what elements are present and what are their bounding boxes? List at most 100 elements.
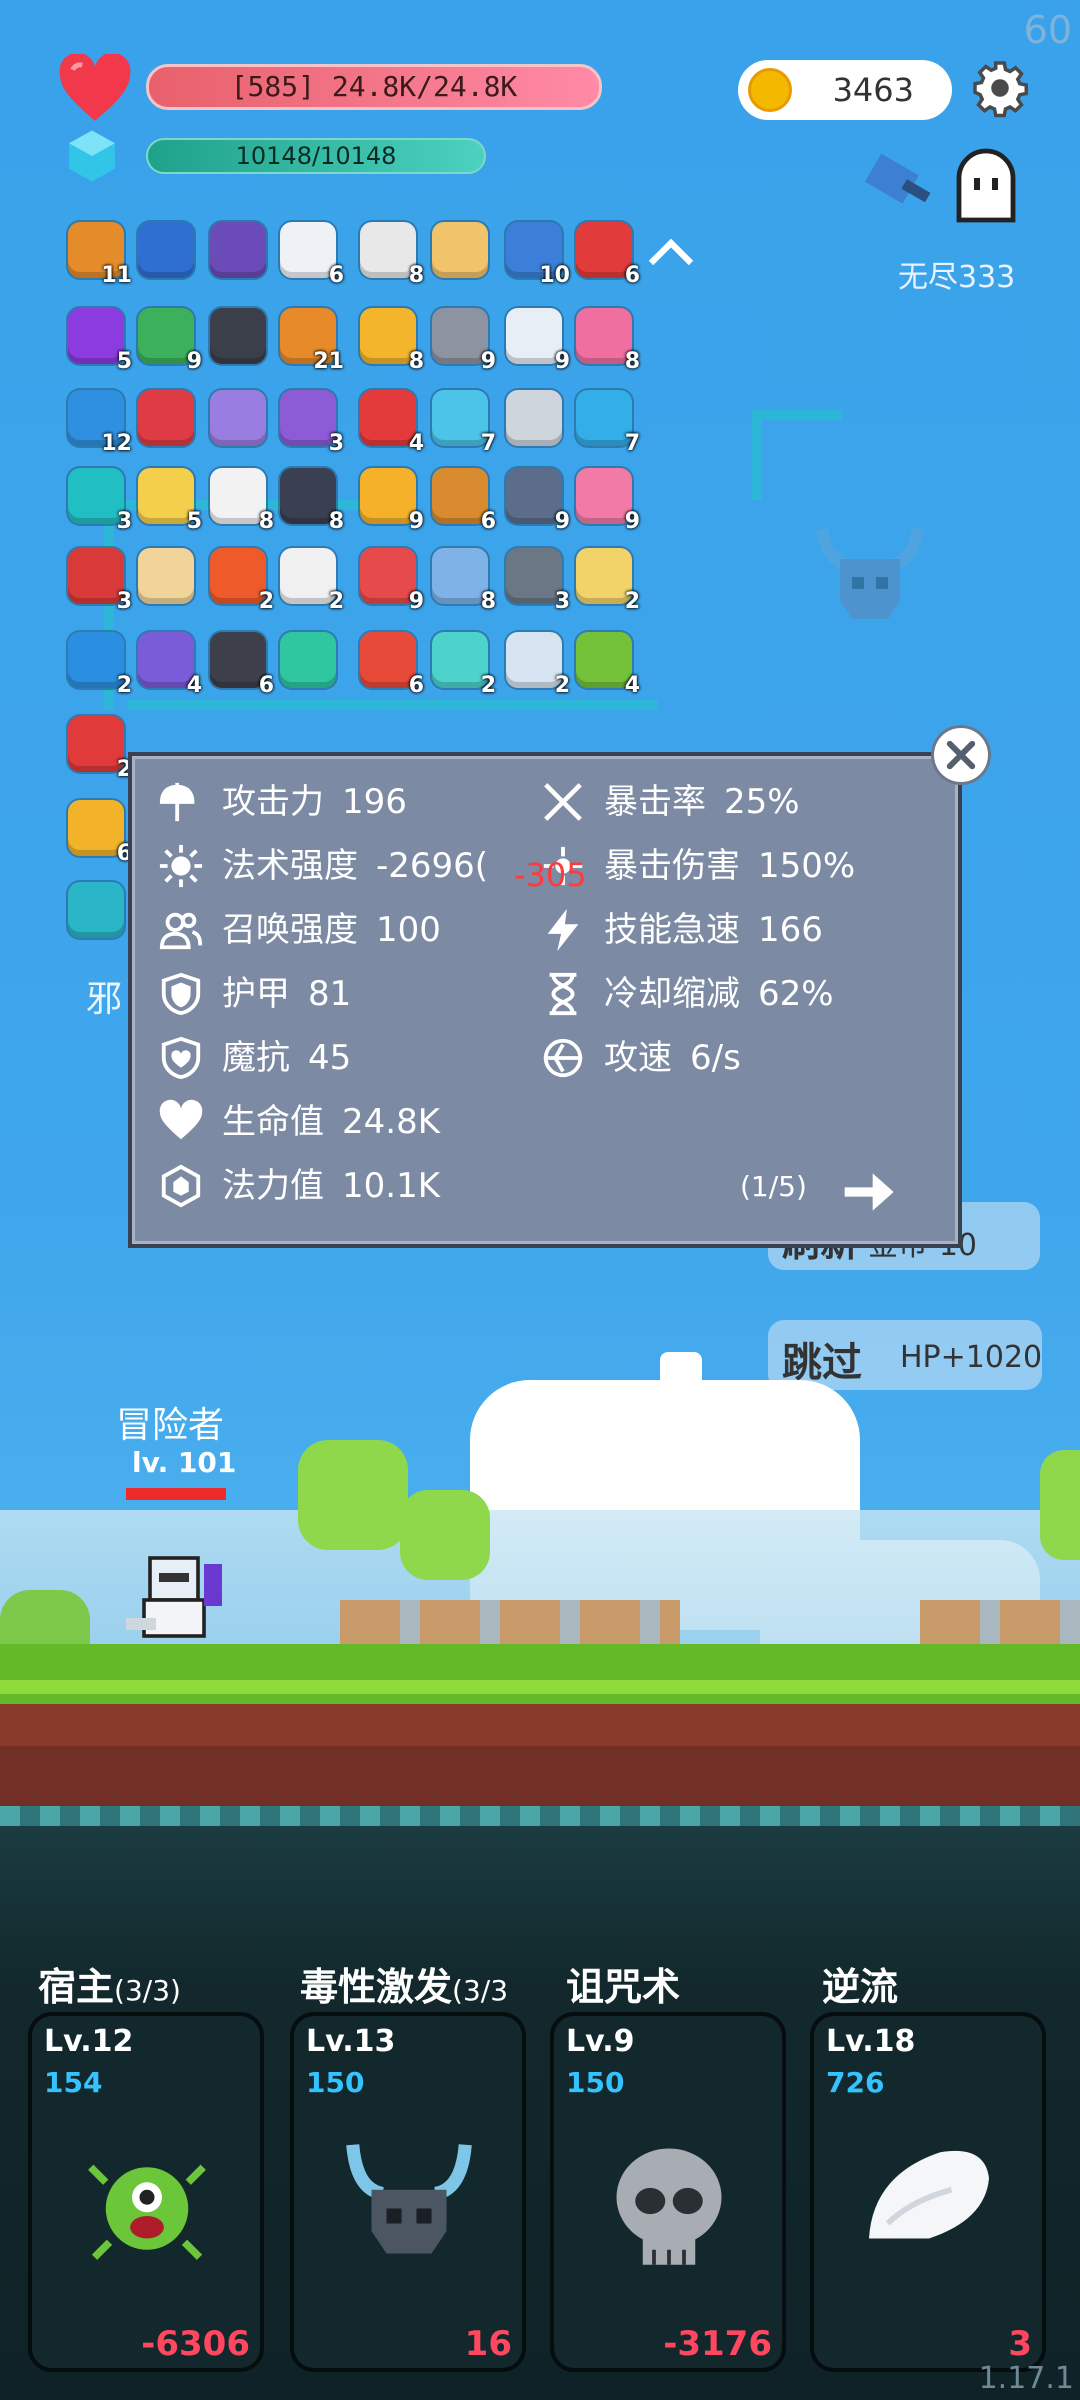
skill-title: 毒性激发 (300, 1965, 453, 2009)
viking-helmet-icon (346, 2144, 472, 2254)
stat-row: 召唤强度 100 (158, 898, 488, 962)
item-count: 2 (258, 589, 274, 614)
mana-gem-icon (69, 130, 115, 182)
fire-ring-icon[interactable]: 2 (210, 548, 274, 614)
skill-card[interactable]: Lv.12 154 -6306 (28, 2012, 264, 2372)
sun-icon[interactable]: 9 (360, 468, 424, 534)
map-pin-icon[interactable]: 6 (360, 632, 424, 698)
spiked-ball-icon[interactable]: 9 (432, 308, 496, 374)
dark-book-icon[interactable]: 8 (280, 468, 344, 534)
book-icon[interactable]: 11 (68, 222, 132, 288)
gem-icon[interactable]: 2 (68, 632, 132, 698)
red-shield-icon[interactable] (138, 390, 194, 446)
ghost-icon[interactable] (950, 148, 1022, 226)
horn-icon[interactable] (210, 390, 266, 446)
thermometer-icon[interactable]: 9 (360, 548, 424, 614)
target-square-icon[interactable]: 3 (68, 468, 132, 534)
skill-name: 逆流 (822, 1956, 898, 2011)
collapse-chevron-icon[interactable] (646, 238, 696, 268)
spray-bottle-icon[interactable]: 8 (576, 308, 640, 374)
heat-waves-icon[interactable]: 4 (360, 390, 424, 456)
gear-icon[interactable] (970, 58, 1030, 118)
potion-icon[interactable]: 7 (432, 390, 496, 456)
hood-icon[interactable] (210, 308, 266, 364)
close-button[interactable] (934, 728, 988, 782)
stat-row: 攻速 6/s (540, 1026, 855, 1090)
item-count: 4 (624, 673, 640, 698)
small-shield-icon[interactable]: 3 (68, 548, 132, 614)
skill-name: 诅咒术 (566, 1956, 680, 2011)
lime-icon[interactable]: 4 (576, 632, 640, 698)
grass (0, 1644, 1080, 1704)
player-hp-bar (126, 1488, 226, 1500)
briefcase-icon[interactable]: 21 (280, 308, 344, 374)
pineapple-icon[interactable]: 6 (68, 800, 132, 866)
sock-icon[interactable]: 6 (576, 222, 640, 288)
note-icon[interactable]: 5 (138, 468, 202, 534)
skill-value: 726 (826, 2066, 885, 2099)
item-count: 5 (116, 349, 132, 374)
stat-value: 25% (724, 782, 800, 822)
dice-icon[interactable]: 8 (210, 468, 274, 534)
skill-level: Lv.13 (306, 2024, 396, 2059)
skip-button[interactable]: 跳过 HP+1020 (768, 1320, 1042, 1390)
stats-left-column: 攻击力 196 法术强度 -2696(召唤强度 100 护甲 81 魔抗 45 生命值 24.8K 法… (158, 770, 488, 1218)
wizard-hat-icon[interactable] (210, 222, 266, 278)
bush (0, 1590, 90, 1650)
stat-row: 法术强度 -2696( (158, 834, 488, 898)
gold-counter: 3463 (738, 60, 952, 120)
item-count: 8 (328, 509, 344, 534)
halo-icon[interactable]: 2 (576, 548, 640, 614)
shovel-icon[interactable] (858, 146, 942, 222)
stats-panel: 攻击力 196 法术强度 -2696(召唤强度 100 护甲 81 魔抗 45 生命值 24.8K 法… (128, 752, 962, 1248)
envelope-icon[interactable]: 6 (280, 222, 344, 288)
item-count: 5 (186, 509, 202, 534)
hook-icon[interactable] (506, 390, 562, 446)
item-count: 8 (408, 263, 424, 288)
stat-label: 法术强度 (222, 846, 358, 886)
star-card-icon[interactable]: 12 (68, 390, 132, 456)
scroll-icon[interactable] (432, 222, 488, 278)
item-count: 2 (554, 673, 570, 698)
item-count: 9 (408, 509, 424, 534)
next-arrow-icon[interactable] (840, 1168, 896, 1216)
cards-icon[interactable] (138, 222, 194, 278)
skill-card[interactable]: Lv.18 726 3 (810, 2012, 1046, 2372)
compass-icon[interactable]: 2 (280, 548, 344, 614)
stat-value: 196 (342, 782, 407, 822)
map-icon[interactable] (138, 548, 194, 604)
item-count: 2 (480, 673, 496, 698)
knight-character-icon[interactable] (126, 1552, 246, 1648)
skill-card[interactable]: Lv.9 150 -3176 (550, 2012, 786, 2372)
bright-card-icon[interactable] (68, 882, 124, 938)
ice-cream-icon[interactable]: 9 (576, 468, 640, 534)
lamp-icon[interactable] (280, 632, 336, 688)
item-count: 9 (408, 589, 424, 614)
treasure-box-icon[interactable]: 4 (138, 632, 202, 698)
skill-name: 毒性激发(3/3 (300, 1956, 508, 2011)
item-count: 6 (258, 673, 274, 698)
item-count: 11 (101, 263, 132, 288)
clipboard-icon[interactable]: 9 (506, 308, 570, 374)
stat-label: 暴击率 (604, 782, 706, 822)
dagger-icon[interactable]: 9 (506, 468, 570, 534)
chat-bubble-icon[interactable]: 7 (576, 390, 640, 456)
skill-card[interactable]: Lv.13 150 16 (290, 2012, 526, 2372)
mana-text: 10148/10148 (235, 142, 397, 170)
bat-icon[interactable]: 6 (210, 632, 274, 698)
bulb-icon[interactable]: 2 (506, 632, 570, 698)
crystal-ball-icon[interactable]: 5 (68, 308, 132, 374)
percent-tag-icon[interactable]: 2 (68, 716, 132, 782)
ring-disc-icon[interactable]: 2 (432, 632, 496, 698)
side-label: 邪 (86, 979, 123, 1020)
bow-icon[interactable]: 6 (432, 468, 496, 534)
robe-icon[interactable]: 8 (432, 548, 496, 614)
tree-icon[interactable]: 3 (506, 548, 570, 614)
playing-cards-icon[interactable]: 8 (360, 222, 424, 288)
egg-icon[interactable]: 8 (360, 308, 424, 374)
skill-damage: -3176 (663, 2324, 772, 2364)
stat-label: 生命值 (222, 1102, 324, 1142)
shield-icon[interactable]: 10 (506, 222, 570, 288)
money-icon[interactable]: 9 (138, 308, 202, 374)
purple-badge-icon[interactable]: 3 (280, 390, 344, 456)
